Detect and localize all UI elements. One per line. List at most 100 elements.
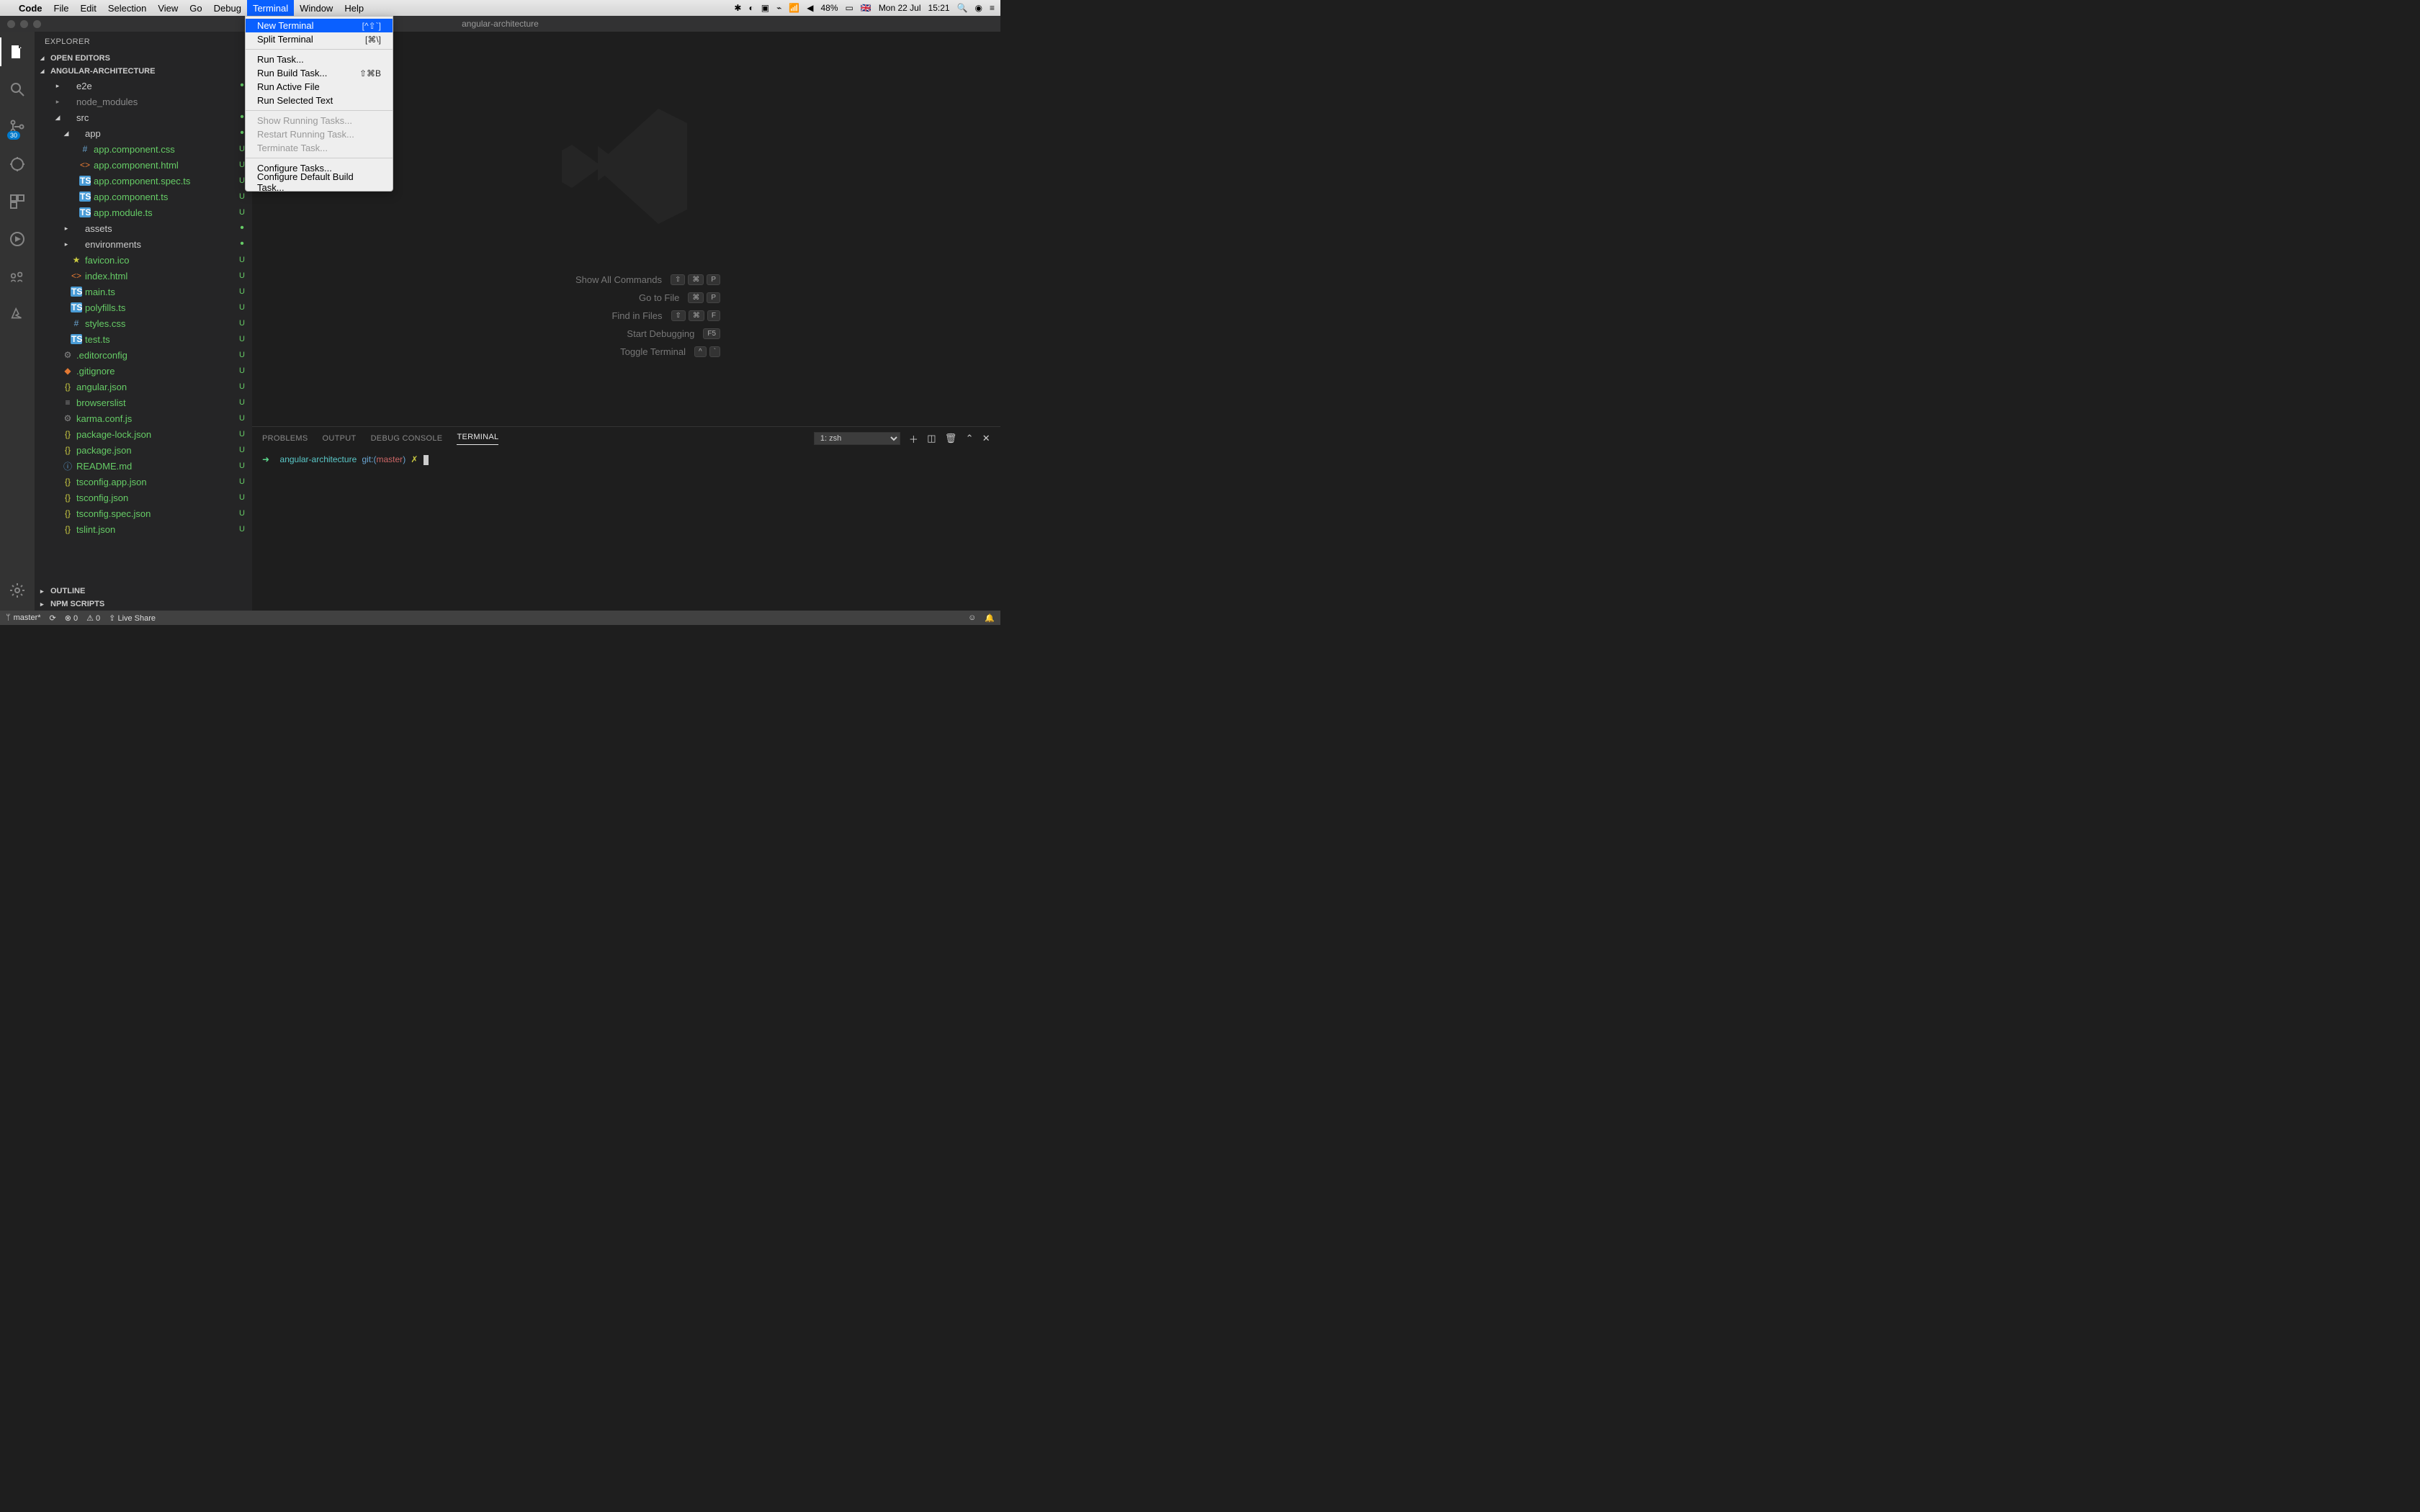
- feedback-icon[interactable]: ☺: [968, 613, 976, 622]
- open-editors-section[interactable]: OPEN EDITORS: [35, 52, 252, 65]
- file-src[interactable]: ◢src•: [35, 109, 252, 125]
- file-app-component-ts[interactable]: TSapp.component.tsU: [35, 189, 252, 204]
- close-panel-icon[interactable]: ✕: [982, 433, 990, 444]
- date[interactable]: Mon 22 Jul: [879, 3, 921, 13]
- menu-debug[interactable]: Debug: [208, 0, 247, 16]
- terminal-select[interactable]: 1: zsh: [814, 432, 900, 445]
- file-icon: ≡: [62, 397, 73, 408]
- menu-item-run-build-task[interactable]: Run Build Task...⇧⌘B: [246, 66, 393, 80]
- extensions-icon[interactable]: [0, 187, 35, 216]
- file-app-component-html[interactable]: <>app.component.htmlU: [35, 157, 252, 173]
- file-tsconfig-json[interactable]: {}tsconfig.jsonU: [35, 490, 252, 505]
- tab-problems[interactable]: PROBLEMS: [262, 434, 308, 443]
- menu-terminal[interactable]: Terminal: [247, 0, 294, 16]
- volume-icon[interactable]: ◀: [807, 3, 813, 13]
- liveshare-icon[interactable]: [0, 262, 35, 291]
- file--gitignore[interactable]: ◆.gitignoreU: [35, 363, 252, 379]
- file-assets[interactable]: ▸assets•: [35, 220, 252, 236]
- file-browserslist[interactable]: ≡browserslistU: [35, 395, 252, 410]
- file-favicon-ico[interactable]: ★favicon.icoU: [35, 252, 252, 268]
- outline-section[interactable]: OUTLINE: [35, 585, 252, 598]
- debug-icon[interactable]: [0, 150, 35, 179]
- menu-window[interactable]: Window: [294, 0, 339, 16]
- notification-bell-icon[interactable]: 🔔: [985, 613, 995, 623]
- settings-gear-icon[interactable]: [0, 576, 35, 605]
- menu-file[interactable]: File: [48, 0, 75, 16]
- kill-terminal-icon[interactable]: 🗑: [945, 433, 957, 444]
- maximize-panel-icon[interactable]: ⌃: [966, 433, 974, 444]
- notification-icon[interactable]: ≡: [990, 3, 995, 13]
- shortcut-start-debugging: Start DebuggingF5: [532, 328, 720, 339]
- file-app-component-css[interactable]: #app.component.cssU: [35, 141, 252, 157]
- azure-icon[interactable]: [0, 300, 35, 328]
- file-e2e[interactable]: ▸e2e•: [35, 78, 252, 94]
- menu-help[interactable]: Help: [339, 0, 369, 16]
- file-styles-css[interactable]: #styles.cssU: [35, 315, 252, 331]
- source-control-icon[interactable]: 30: [0, 112, 35, 141]
- file-package-lock-json[interactable]: {}package-lock.jsonU: [35, 426, 252, 442]
- menu-item-run-task[interactable]: Run Task...: [246, 53, 393, 66]
- tab-debug-console[interactable]: DEBUG CONSOLE: [371, 434, 443, 443]
- tab-output[interactable]: OUTPUT: [323, 434, 357, 443]
- display-icon[interactable]: ▣: [761, 3, 769, 13]
- file-index-html[interactable]: <>index.htmlU: [35, 268, 252, 284]
- bluetooth-icon[interactable]: ⌁: [776, 3, 781, 13]
- search-icon[interactable]: [0, 75, 35, 104]
- file-node-modules[interactable]: ▸node_modules: [35, 94, 252, 109]
- menu-item-run-active-file[interactable]: Run Active File: [246, 80, 393, 94]
- menu-item-run-selected-text[interactable]: Run Selected Text: [246, 94, 393, 107]
- battery-icon[interactable]: ▭: [846, 3, 853, 13]
- menu-go[interactable]: Go: [184, 0, 207, 16]
- explorer-icon[interactable]: [0, 37, 35, 66]
- sync-status[interactable]: ⟳: [50, 613, 56, 623]
- file-icon: ★: [71, 255, 82, 265]
- branch-status[interactable]: ᛘ master*: [6, 613, 41, 622]
- scm-badge: 30: [7, 131, 20, 140]
- wifi-icon[interactable]: 📶: [789, 3, 799, 13]
- menu-edit[interactable]: Edit: [74, 0, 102, 16]
- menu-item-configure-default-build-task[interactable]: Configure Default Build Task...: [246, 175, 393, 189]
- spotlight-icon[interactable]: 🔍: [957, 3, 968, 13]
- file-app-component-spec-ts[interactable]: TSapp.component.spec.tsU: [35, 173, 252, 189]
- npm-scripts-section[interactable]: NPM SCRIPTS: [35, 598, 252, 611]
- file-app[interactable]: ◢app•: [35, 125, 252, 141]
- file-polyfills-ts[interactable]: TSpolyfills.tsU: [35, 300, 252, 315]
- error-count[interactable]: ⊗ 0: [65, 613, 78, 623]
- file-app-module-ts[interactable]: TSapp.module.tsU: [35, 204, 252, 220]
- evernote-icon[interactable]: ✱: [734, 3, 741, 13]
- file-test-ts[interactable]: TStest.tsU: [35, 331, 252, 347]
- menu-app[interactable]: Code: [13, 0, 48, 16]
- file-tsconfig-app-json[interactable]: {}tsconfig.app.jsonU: [35, 474, 252, 490]
- window-title: angular-architecture: [0, 19, 1000, 29]
- file-package-json[interactable]: {}package.jsonU: [35, 442, 252, 458]
- dashlane-icon[interactable]: ◐: [748, 3, 753, 13]
- file-angular-json[interactable]: {}angular.jsonU: [35, 379, 252, 395]
- file-tslint-json[interactable]: {}tslint.jsonU: [35, 521, 252, 537]
- split-terminal-icon[interactable]: ◫: [927, 433, 936, 444]
- time[interactable]: 15:21: [928, 3, 950, 13]
- tab-terminal[interactable]: TERMINAL: [457, 433, 498, 445]
- menu-item-split-terminal[interactable]: Split Terminal[⌘\]: [246, 32, 393, 46]
- file-tsconfig-spec-json[interactable]: {}tsconfig.spec.jsonU: [35, 505, 252, 521]
- test-icon[interactable]: [0, 225, 35, 253]
- file-karma-conf-js[interactable]: ⚙karma.conf.jsU: [35, 410, 252, 426]
- menu-item-new-terminal[interactable]: New Terminal[^⇧`]: [246, 19, 393, 32]
- shortcut-go-to-file: Go to File⌘P: [532, 292, 720, 303]
- warning-count[interactable]: ⚠ 0: [86, 613, 100, 623]
- menu-selection[interactable]: Selection: [102, 0, 152, 16]
- project-section[interactable]: ANGULAR-ARCHITECTURE: [35, 65, 252, 78]
- shortcut-show-all-commands: Show All Commands⇧⌘P: [532, 274, 720, 285]
- new-terminal-icon[interactable]: ＋: [909, 432, 918, 446]
- file-icon: TS: [79, 207, 91, 217]
- file-readme-md[interactable]: ⓘREADME.mdU: [35, 458, 252, 474]
- terminal-body[interactable]: ➜ angular-architecture git:(master) ✗: [252, 450, 1000, 611]
- menu-view[interactable]: View: [152, 0, 184, 16]
- flag-icon[interactable]: 🇬🇧: [861, 3, 871, 13]
- live-share-status[interactable]: ⇪ Live Share: [109, 613, 156, 623]
- file-environments[interactable]: ▸environments•: [35, 236, 252, 252]
- file-icon: TS: [79, 176, 91, 186]
- file--editorconfig[interactable]: ⚙.editorconfigU: [35, 347, 252, 363]
- siri-icon[interactable]: ◉: [975, 3, 982, 13]
- file-tree: ▸e2e•▸node_modules◢src•◢app•#app.compone…: [35, 78, 252, 585]
- file-main-ts[interactable]: TSmain.tsU: [35, 284, 252, 300]
